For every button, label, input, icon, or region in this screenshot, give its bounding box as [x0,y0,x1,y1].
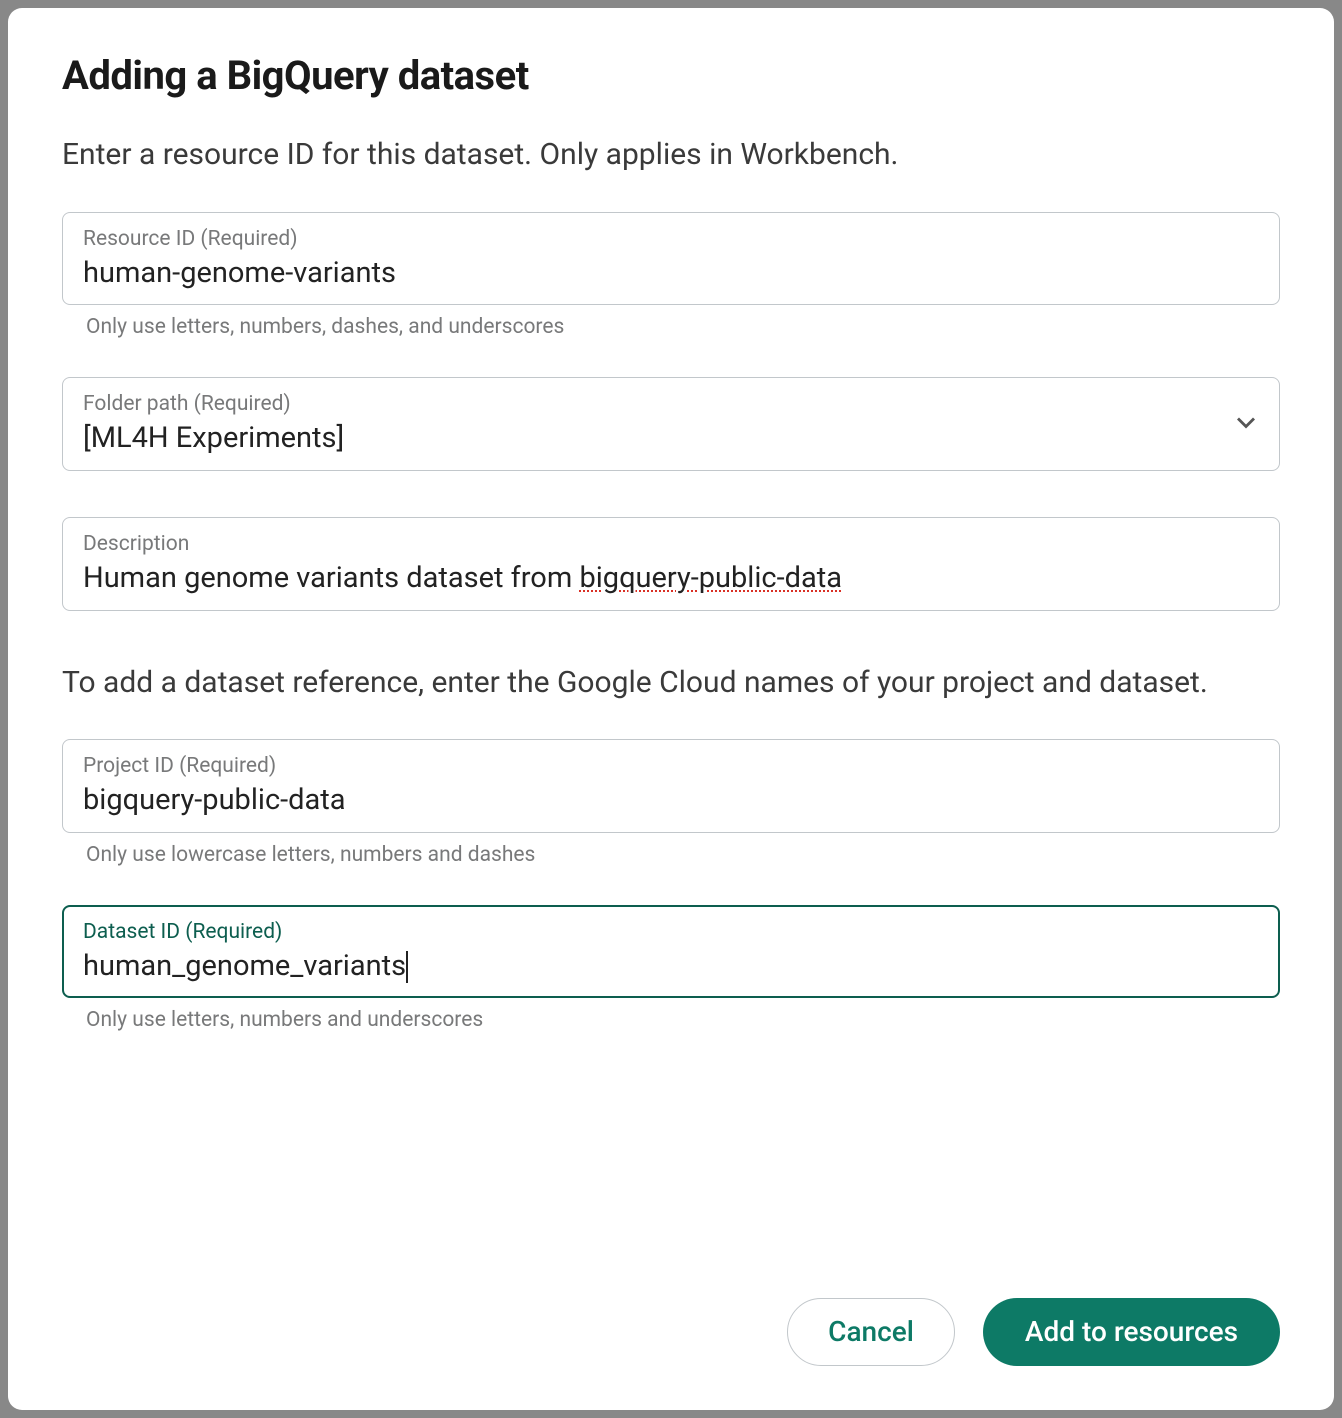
dataset-id-input[interactable]: human_genome_variants [83,948,1259,986]
resource-id-input[interactable] [83,255,1259,293]
description-label: Description [83,532,1259,556]
folder-path-field-group: Folder path (Required) [ML4H Experiments… [62,377,1280,471]
description-input[interactable]: Human genome variants dataset from bigqu… [83,560,1259,598]
instruction-dataset-reference: To add a dataset reference, enter the Go… [62,663,1280,704]
resource-id-helper: Only use letters, numbers, dashes, and u… [86,315,1280,339]
folder-path-value: [ML4H Experiments] [83,420,1259,458]
add-to-resources-button[interactable]: Add to resources [983,1298,1280,1366]
project-id-field[interactable]: Project ID (Required) [62,739,1280,833]
dialog-button-row: Cancel Add to resources [62,1262,1280,1366]
folder-path-label: Folder path (Required) [83,392,1259,416]
dataset-id-field-group: Dataset ID (Required) human_genome_varia… [62,905,1280,1033]
project-id-label: Project ID (Required) [83,754,1259,778]
folder-path-field[interactable]: Folder path (Required) [ML4H Experiments… [62,377,1280,471]
spellcheck-underline: bigquery-public-data [579,561,842,595]
project-id-field-group: Project ID (Required) Only use lowercase… [62,739,1280,867]
dataset-id-label: Dataset ID (Required) [83,920,1259,944]
dataset-id-helper: Only use letters, numbers and underscore… [86,1008,1280,1032]
instruction-resource-id: Enter a resource ID for this dataset. On… [62,135,1280,176]
description-field[interactable]: Description Human genome variants datase… [62,517,1280,611]
project-id-input[interactable] [83,782,1259,820]
project-id-helper: Only use lowercase letters, numbers and … [86,843,1280,867]
resource-id-field[interactable]: Resource ID (Required) [62,212,1280,306]
resource-id-field-group: Resource ID (Required) Only use letters,… [62,212,1280,340]
add-bigquery-dataset-dialog: Adding a BigQuery dataset Enter a resour… [8,8,1334,1410]
resource-id-label: Resource ID (Required) [83,227,1259,251]
dataset-id-field[interactable]: Dataset ID (Required) human_genome_varia… [62,905,1280,999]
description-field-group: Description Human genome variants datase… [62,517,1280,611]
text-cursor [406,951,408,983]
cancel-button[interactable]: Cancel [787,1298,955,1366]
dialog-title: Adding a BigQuery dataset [62,52,1280,99]
